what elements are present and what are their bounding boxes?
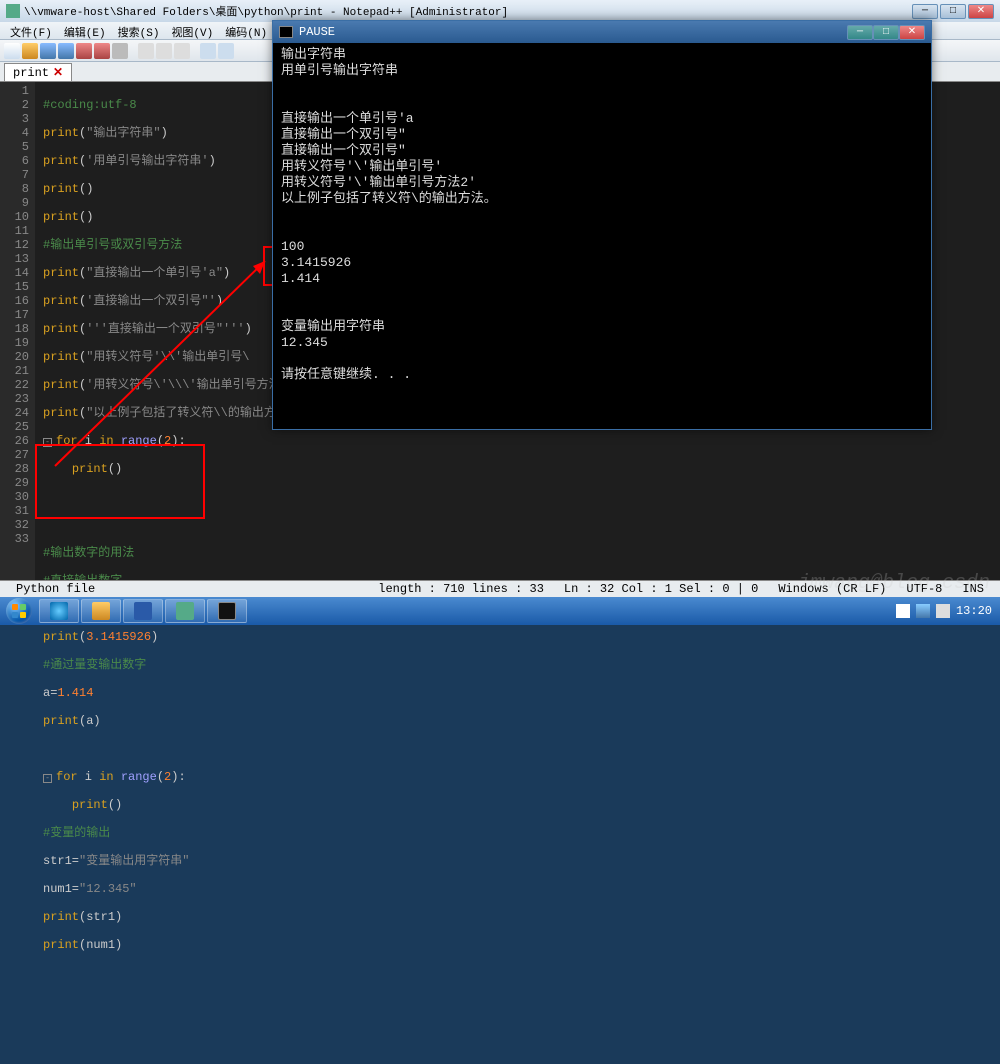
network-icon[interactable]: [916, 604, 930, 618]
app-icon: [6, 4, 20, 18]
status-mode: INS: [952, 582, 994, 596]
status-length: length : 710 lines : 33: [368, 582, 554, 596]
annotation-box-code: [35, 444, 205, 519]
console-title-text: PAUSE: [299, 25, 335, 39]
fold-icon[interactable]: -: [43, 774, 52, 783]
tab-print[interactable]: print ✕: [4, 63, 72, 81]
taskbar: 13:20: [0, 597, 1000, 625]
console-min-button[interactable]: ─: [847, 25, 873, 40]
save-icon[interactable]: [40, 43, 56, 59]
closeall-icon[interactable]: [94, 43, 110, 59]
cut-icon[interactable]: [138, 43, 154, 59]
close-icon[interactable]: [76, 43, 92, 59]
line-gutter: 1234567891011121314151617181920212223242…: [0, 82, 35, 580]
menu-edit[interactable]: 编辑(E): [58, 22, 112, 39]
status-encoding: UTF-8: [896, 582, 952, 596]
task-explorer[interactable]: [81, 599, 121, 623]
menu-encoding[interactable]: 编码(N): [219, 22, 273, 39]
cmd-icon: [279, 26, 293, 38]
task-cmd[interactable]: [207, 599, 247, 623]
minimize-button[interactable]: ─: [912, 4, 938, 19]
copy-icon[interactable]: [156, 43, 172, 59]
window-title: \\vmware-host\Shared Folders\桌面\python\p…: [24, 3, 912, 19]
status-bar: Python file length : 710 lines : 33 Ln :…: [0, 580, 1000, 597]
status-filetype: Python file: [6, 582, 105, 596]
fold-icon[interactable]: -: [43, 438, 52, 447]
system-tray[interactable]: 13:20: [888, 604, 1000, 618]
paste-icon[interactable]: [174, 43, 190, 59]
window-titlebar: \\vmware-host\Shared Folders\桌面\python\p…: [0, 0, 1000, 22]
start-button[interactable]: [0, 597, 38, 625]
console-max-button[interactable]: □: [873, 25, 899, 40]
status-eol: Windows (CR LF): [768, 582, 896, 596]
redo-icon[interactable]: [218, 43, 234, 59]
menu-view[interactable]: 视图(V): [165, 22, 219, 39]
task-notepadpp[interactable]: [165, 599, 205, 623]
tab-label: print: [13, 66, 49, 80]
status-position: Ln : 32 Col : 1 Sel : 0 | 0: [554, 582, 768, 596]
console-output: 输出字符串 用单引号输出字符串 直接输出一个单引号'a 直接输出一个双引号" 直…: [273, 43, 931, 387]
windows-orb-icon: [6, 598, 32, 624]
new-icon[interactable]: [4, 43, 20, 59]
menu-file[interactable]: 文件(F): [4, 22, 58, 39]
menu-search[interactable]: 搜索(S): [112, 22, 166, 39]
saveall-icon[interactable]: [58, 43, 74, 59]
task-ie[interactable]: [39, 599, 79, 623]
console-titlebar[interactable]: PAUSE ─ □ ✕: [273, 21, 931, 43]
console-window[interactable]: PAUSE ─ □ ✕ 输出字符串 用单引号输出字符串 直接输出一个单引号'a …: [272, 20, 932, 430]
undo-icon[interactable]: [200, 43, 216, 59]
close-button[interactable]: ✕: [968, 4, 994, 19]
flag-icon[interactable]: [896, 604, 910, 618]
volume-icon[interactable]: [936, 604, 950, 618]
maximize-button[interactable]: □: [940, 4, 966, 19]
tab-close-icon[interactable]: ✕: [53, 65, 63, 80]
task-word[interactable]: [123, 599, 163, 623]
console-close-button[interactable]: ✕: [899, 25, 925, 40]
print-icon[interactable]: [112, 43, 128, 59]
open-icon[interactable]: [22, 43, 38, 59]
clock[interactable]: 13:20: [956, 604, 992, 618]
